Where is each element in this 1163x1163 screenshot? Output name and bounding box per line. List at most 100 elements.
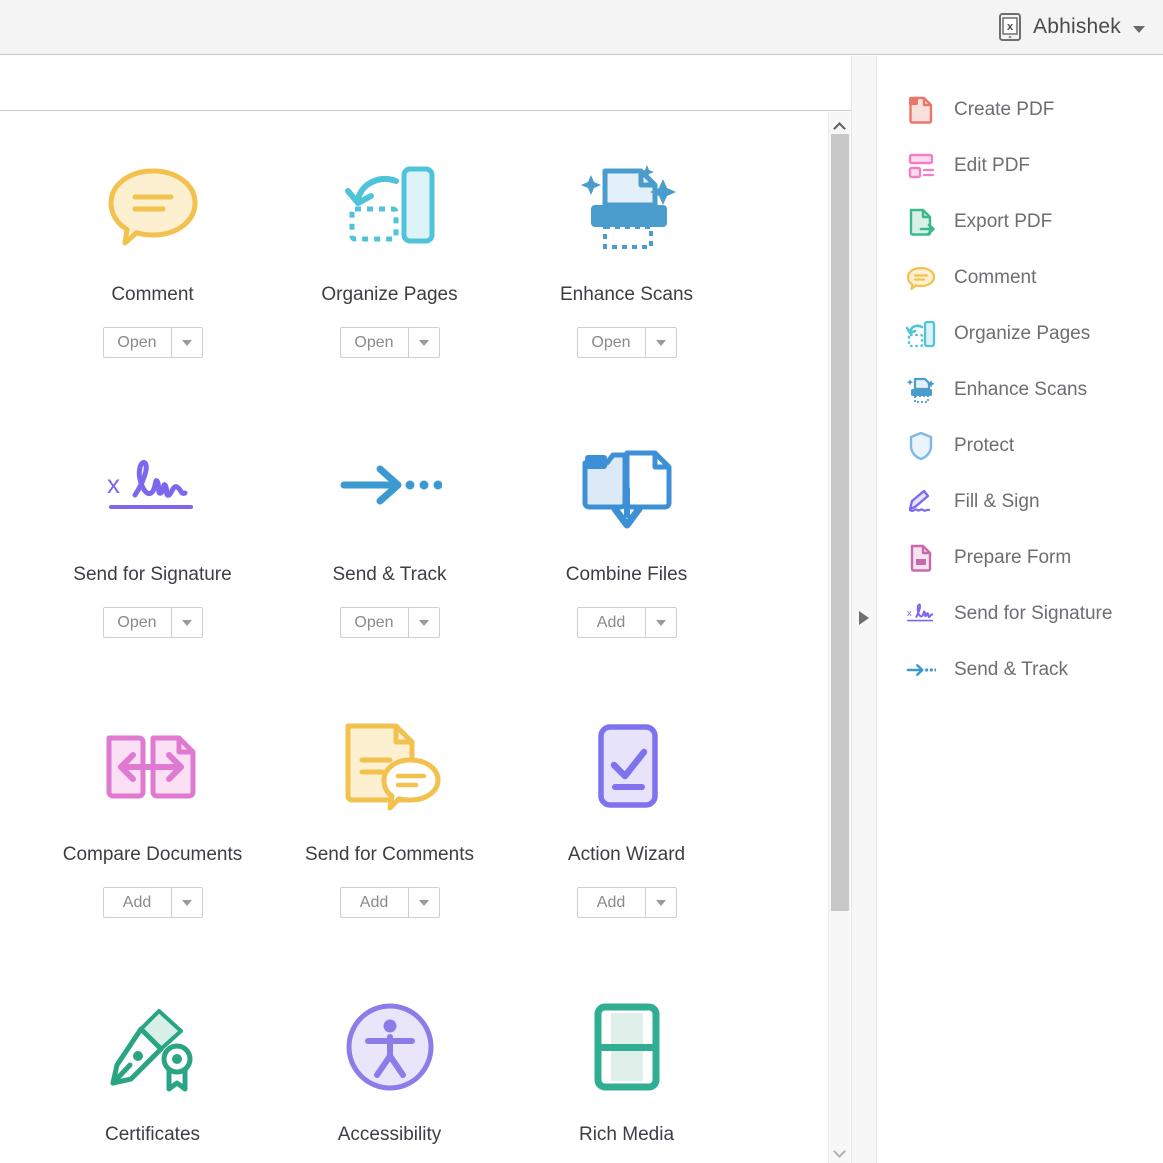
tool-action-button[interactable]: Add — [577, 887, 677, 918]
tool-action-button[interactable]: Add — [577, 607, 677, 638]
sidebar-item-export-pdf[interactable]: Export PDF — [878, 194, 1163, 250]
send-track-arrow-icon — [331, 428, 449, 546]
chevron-down-icon — [656, 900, 666, 906]
tool-action-dropdown[interactable] — [171, 608, 202, 637]
tool-action-button[interactable]: Open — [340, 327, 440, 358]
tool-card-send-for-comments[interactable]: Send for Comments Add — [271, 708, 508, 988]
signature-icon: x — [94, 428, 212, 546]
tool-label: Rich Media — [579, 1124, 674, 1146]
sidebar-item-create-pdf[interactable]: Create PDF — [878, 82, 1163, 138]
user-account-area[interactable]: x Abhishek — [999, 0, 1145, 54]
chevron-down-icon — [182, 620, 192, 626]
tool-action-label[interactable]: Open — [341, 608, 408, 637]
chevron-down-icon — [419, 340, 429, 346]
chevron-down-icon — [182, 900, 192, 906]
sidebar-item-protect[interactable]: Protect — [878, 418, 1163, 474]
sidebar-item-prepare-form[interactable]: Prepare Form — [878, 530, 1163, 586]
tool-card-action-wizard[interactable]: Action Wizard Add — [508, 708, 745, 988]
sidebar-collapse-button[interactable] — [851, 604, 877, 632]
sidebar-item-comment[interactable]: Comment — [878, 250, 1163, 306]
chevron-down-icon — [182, 340, 192, 346]
chevron-down-icon — [656, 620, 666, 626]
tool-action-label[interactable]: Open — [104, 328, 171, 357]
tool-action-button[interactable]: Open — [340, 607, 440, 638]
tool-card-enhance-scans[interactable]: Enhance Scans Open — [508, 148, 745, 428]
tool-label: Send for Comments — [305, 844, 474, 866]
tool-label: Enhance Scans — [560, 284, 693, 306]
send-for-comments-icon — [331, 708, 449, 826]
tool-action-dropdown[interactable] — [408, 608, 439, 637]
tool-card-compare-documents[interactable]: Compare Documents Add — [34, 708, 271, 988]
svg-text:x: x — [107, 469, 120, 499]
tool-action-label[interactable]: Add — [578, 888, 645, 917]
rich-media-film-icon — [568, 988, 686, 1106]
tool-card-combine-files[interactable]: Combine Files Add — [508, 428, 745, 708]
sidebar-item-edit-pdf[interactable]: Edit PDF — [878, 138, 1163, 194]
sidebar-item-label: Enhance Scans — [954, 379, 1087, 401]
edit-pdf-icon — [906, 151, 936, 181]
organize-pages-icon — [331, 148, 449, 266]
tool-action-button[interactable]: Add — [340, 887, 440, 918]
tool-action-dropdown[interactable] — [645, 328, 676, 357]
sidebar-item-label: Fill & Sign — [954, 491, 1040, 513]
scrollbar-down-arrow[interactable] — [829, 1143, 850, 1163]
vertical-scrollbar[interactable] — [828, 112, 850, 1163]
tool-action-dropdown[interactable] — [645, 608, 676, 637]
tool-action-dropdown[interactable] — [645, 888, 676, 917]
acrobat-tools-window: x Abhishek Comment — [0, 0, 1163, 1163]
tablet-x-icon[interactable]: x — [999, 13, 1021, 41]
tool-action-label[interactable]: Open — [341, 328, 408, 357]
sidebar-item-label: Comment — [954, 267, 1036, 289]
tool-action-label[interactable]: Open — [104, 608, 171, 637]
sidebar-item-label: Export PDF — [954, 211, 1052, 233]
user-name-label: Abhishek — [1033, 15, 1121, 39]
sidebar-item-label: Prepare Form — [954, 547, 1071, 569]
tool-action-button[interactable]: Open — [103, 607, 203, 638]
tool-card-send-for-signature[interactable]: x Send for Signature Open — [34, 428, 271, 708]
tool-card-organize-pages[interactable]: Organize Pages Open — [271, 148, 508, 428]
tool-action-button[interactable]: Open — [577, 327, 677, 358]
sidebar-item-organize-pages[interactable]: Organize Pages — [878, 306, 1163, 362]
triangle-right-icon — [859, 611, 869, 625]
enhance-scans-icon — [906, 375, 936, 405]
tool-action-label[interactable]: Add — [341, 888, 408, 917]
tool-action-button[interactable]: Open — [103, 327, 203, 358]
sidebar-item-label: Organize Pages — [954, 323, 1090, 345]
tool-card-comment[interactable]: Comment Open — [34, 148, 271, 428]
shield-icon — [906, 431, 936, 461]
chevron-down-icon — [833, 1145, 846, 1158]
organize-pages-icon — [906, 319, 936, 349]
sidebar-item-send-track[interactable]: Send & Track — [878, 642, 1163, 698]
tool-label: Comment — [111, 284, 193, 306]
tool-action-dropdown[interactable] — [171, 328, 202, 357]
sidebar-item-label: Edit PDF — [954, 155, 1030, 177]
tool-label: Combine Files — [566, 564, 687, 586]
tool-label: Compare Documents — [63, 844, 243, 866]
tool-card-send-track[interactable]: Send & Track Open — [271, 428, 508, 708]
scrollbar-up-arrow[interactable] — [829, 116, 850, 136]
chevron-down-icon[interactable] — [1133, 26, 1145, 33]
tool-label: Send & Track — [332, 564, 446, 586]
chevron-up-icon — [833, 122, 846, 135]
sidebar-item-enhance-scans[interactable]: Enhance Scans — [878, 362, 1163, 418]
svg-text:x: x — [907, 608, 912, 618]
tool-card-accessibility[interactable]: Accessibility — [271, 988, 508, 1163]
scrollbar-thumb[interactable] — [831, 134, 849, 911]
tool-card-rich-media[interactable]: Rich Media — [508, 988, 745, 1163]
svg-text:x: x — [1007, 21, 1014, 33]
tool-action-button[interactable]: Add — [103, 887, 203, 918]
tool-action-dropdown[interactable] — [408, 328, 439, 357]
sidebar-item-fill-sign[interactable]: Fill & Sign — [878, 474, 1163, 530]
tool-action-label[interactable]: Add — [104, 888, 171, 917]
certificates-pen-icon — [94, 988, 212, 1106]
tool-action-dropdown[interactable] — [408, 888, 439, 917]
sidebar-item-send-for-signature[interactable]: x Send for Signature — [878, 586, 1163, 642]
top-header-bar: x Abhishek — [0, 0, 1163, 55]
chevron-down-icon — [419, 900, 429, 906]
tool-card-certificates[interactable]: Certificates — [34, 988, 271, 1163]
sidebar-item-label: Create PDF — [954, 99, 1054, 121]
tool-action-dropdown[interactable] — [171, 888, 202, 917]
tool-action-label[interactable]: Open — [578, 328, 645, 357]
tool-action-label[interactable]: Add — [578, 608, 645, 637]
tool-label: Action Wizard — [568, 844, 685, 866]
